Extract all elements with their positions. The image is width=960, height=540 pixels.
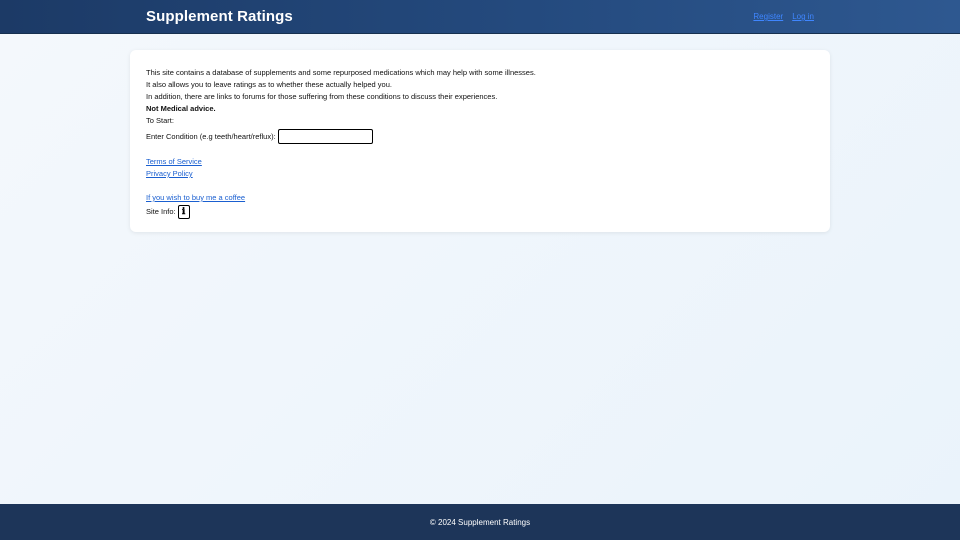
to-start-label: To Start:	[146, 116, 174, 125]
buy-coffee-link[interactable]: If you wish to buy me a coffee	[146, 192, 814, 204]
disclaimer-text: Not Medical advice.	[146, 104, 216, 113]
auth-nav: Register Log in	[753, 12, 814, 21]
condition-label: Enter Condition (e.g teeth/heart/reflux)…	[146, 131, 276, 141]
intro-text-2: It also allows you to leave ratings as t…	[146, 80, 392, 89]
login-link[interactable]: Log in	[792, 12, 814, 21]
privacy-policy-link[interactable]: Privacy Policy	[146, 168, 814, 180]
site-title[interactable]: Supplement Ratings	[146, 8, 293, 25]
footer-copyright: © 2024 Supplement Ratings	[429, 517, 531, 527]
footer: © 2024 Supplement Ratings	[0, 504, 960, 540]
main-card: This site contains a database of supplem…	[130, 50, 830, 232]
info-icon[interactable]: ℹ	[177, 205, 190, 219]
intro-text-1: This site contains a database of supplem…	[146, 68, 536, 77]
condition-input[interactable]	[277, 129, 373, 144]
site-info-label: Site Info:	[146, 207, 176, 216]
register-link[interactable]: Register	[753, 12, 783, 21]
condition-row: Enter Condition (e.g teeth/heart/reflux)…	[146, 129, 814, 144]
intro-text-3: In addition, there are links to forums f…	[146, 92, 498, 101]
site-info-row: Site Info: ℹ	[146, 205, 814, 219]
top-navbar: Supplement Ratings Register Log in	[0, 0, 960, 34]
terms-of-service-link[interactable]: Terms of Service	[146, 156, 814, 168]
